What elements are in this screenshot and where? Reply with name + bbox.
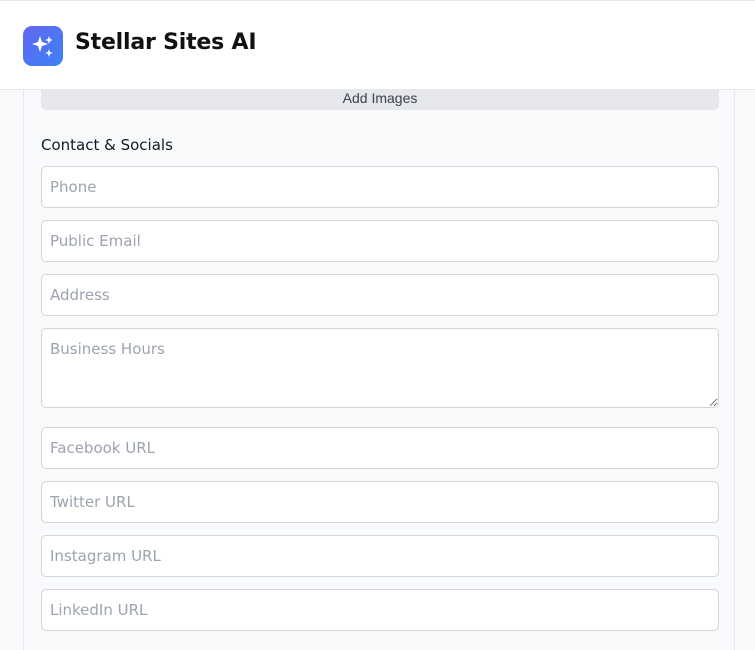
phone-input[interactable] [41, 166, 719, 208]
instagram-url-input[interactable] [41, 535, 719, 577]
section-title-contact-socials: Contact & Socials [41, 136, 173, 154]
app-header: Stellar Sites AI [0, 1, 755, 90]
site-form-card: Add Images Contact & Socials [23, 78, 735, 650]
business-hours-textarea[interactable] [41, 328, 719, 408]
facebook-url-input[interactable] [41, 427, 719, 469]
sparkles-icon [32, 36, 53, 57]
address-input[interactable] [41, 274, 719, 316]
twitter-url-input[interactable] [41, 481, 719, 523]
public-email-input[interactable] [41, 220, 719, 262]
linkedin-url-input[interactable] [41, 589, 719, 631]
brand-name: Stellar Sites AI [75, 30, 257, 55]
logo [23, 26, 63, 66]
